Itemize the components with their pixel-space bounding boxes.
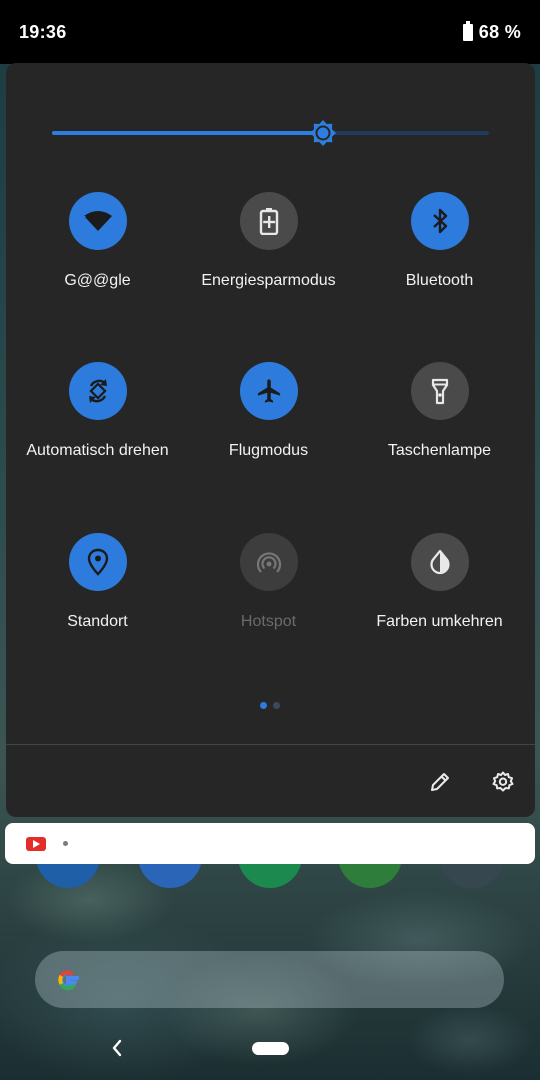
page-dot[interactable]	[273, 702, 280, 709]
gear-icon	[492, 771, 514, 792]
tile-battery-saver[interactable]: Energiesparmodus	[183, 192, 354, 342]
tile-hotspot[interactable]: Hotspot	[183, 533, 354, 683]
notification-separator-dot	[63, 841, 68, 846]
tile-label: Bluetooth	[405, 272, 474, 289]
airplane-icon	[239, 362, 298, 420]
tile-label: Energiesparmodus	[201, 272, 336, 289]
battery-saver-icon	[239, 192, 298, 250]
notification-card[interactable]	[5, 823, 535, 864]
wifi-dropdown-icon[interactable]	[78, 216, 86, 222]
tile-label: Hotspot	[240, 613, 297, 630]
page-dot[interactable]	[260, 702, 267, 709]
hotspot-icon	[239, 533, 298, 591]
tile-label: Farben umkehren	[376, 613, 503, 630]
tile-label: Flugmodus	[228, 442, 309, 459]
divider	[6, 744, 535, 745]
page-indicator	[260, 702, 280, 709]
brightness-thumb[interactable]	[309, 119, 337, 147]
location-icon	[68, 533, 127, 591]
status-bar: 19:36 68 %	[0, 0, 540, 64]
tile-label: Automatisch drehen	[26, 442, 169, 459]
status-time: 19:36	[19, 21, 67, 42]
brightness-fill	[52, 131, 323, 135]
tile-bluetooth[interactable]: Bluetooth	[354, 192, 525, 342]
tile-airplane[interactable]: Flugmodus	[183, 362, 354, 512]
tile-auto-rotate[interactable]: Automatisch drehen	[12, 362, 183, 512]
pencil-icon	[431, 773, 449, 791]
invert-colors-icon	[410, 533, 469, 591]
settings-button[interactable]	[489, 768, 517, 796]
tile-label: Standort	[67, 613, 128, 630]
flashlight-icon	[410, 362, 469, 420]
youtube-icon	[26, 836, 46, 851]
tile-label: G@@gle	[64, 272, 131, 289]
tile-location[interactable]: Standort	[12, 533, 183, 683]
edit-button[interactable]	[426, 768, 454, 796]
google-g-icon	[58, 970, 79, 990]
tile-invert-colors[interactable]: Farben umkehren	[354, 533, 525, 683]
battery-status: 68 %	[462, 20, 521, 43]
tile-label: Taschenlampe	[387, 442, 492, 459]
battery-icon	[462, 20, 473, 41]
home-pill-icon[interactable]	[252, 1042, 289, 1055]
back-button[interactable]	[106, 1036, 128, 1060]
quick-settings-panel: G@@gle Energiesparmodus Bluetooth Automa…	[6, 63, 535, 817]
google-search-bar[interactable]	[35, 951, 504, 1008]
tile-wifi[interactable]: G@@gle	[12, 192, 183, 342]
tile-flashlight[interactable]: Taschenlampe	[354, 362, 525, 512]
battery-percent: 68 %	[478, 21, 521, 42]
brightness-slider[interactable]	[52, 119, 489, 147]
auto-rotate-icon	[68, 362, 127, 420]
back-chevron-icon	[112, 1039, 122, 1057]
bluetooth-icon	[410, 192, 469, 250]
